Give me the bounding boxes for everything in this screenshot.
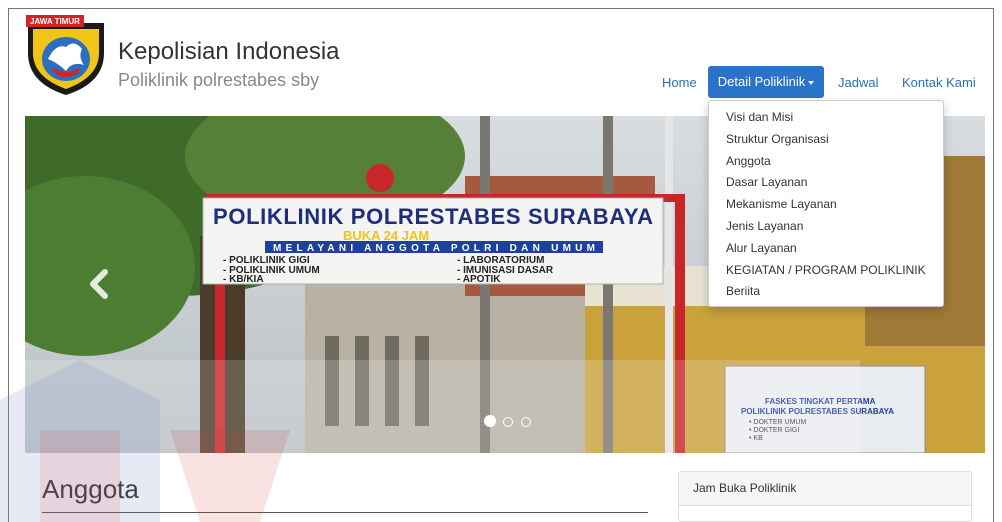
detail-dropdown-menu: Visi dan Misi Struktur Organisasi Anggot… (708, 100, 944, 307)
dropdown-item-anggota[interactable]: Anggota (709, 151, 943, 173)
dropdown-item-jenis-layanan[interactable]: Jenis Layanan (709, 216, 943, 238)
dropdown-item-struktur[interactable]: Struktur Organisasi (709, 129, 943, 151)
carousel-dot[interactable] (503, 417, 514, 427)
sign-item: - KB/KIA (223, 274, 264, 285)
carousel-indicators (484, 414, 531, 427)
sign-banner: MELAYANI ANGGOTA POLRI DAN UMUM (273, 243, 595, 254)
badge-text: JAWA TIMUR (30, 17, 80, 26)
caret-down-icon (808, 80, 815, 85)
section-title: Anggota (42, 474, 139, 504)
carousel-prev-control[interactable] (85, 266, 115, 302)
nav-detail-label: Detail Poliklinik (717, 74, 806, 89)
hours-panel-title: Jam Buka Poliklinik (679, 472, 971, 506)
dropdown-item-berita[interactable]: Beriita (709, 281, 943, 303)
chevron-left-icon (90, 269, 108, 299)
sign-item: - APOTIK (457, 274, 501, 285)
sign-hours: BUKA 24 JAM (343, 228, 429, 243)
site-subtitle: Poliklinik polrestabes sby (118, 70, 320, 90)
nav-kontak[interactable]: Kontak Kami (902, 75, 976, 90)
nav-jadwal[interactable]: Jadwal (838, 75, 878, 90)
dropdown-item-alur-layanan[interactable]: Alur Layanan (709, 238, 943, 260)
dropdown-item-dasar-layanan[interactable]: Dasar Layanan (709, 172, 943, 194)
nav-home[interactable]: Home (662, 75, 697, 90)
site-title[interactable]: Kepolisian Indonesia (118, 38, 340, 66)
hours-panel: Jam Buka Poliklinik (678, 471, 972, 522)
nav-detail-poliklinik[interactable]: Detail Poliklinik (708, 66, 824, 98)
section-divider (42, 512, 648, 513)
carousel-dot[interactable] (520, 417, 531, 427)
dropdown-item-visi-misi[interactable]: Visi dan Misi (709, 107, 943, 129)
dropdown-item-kegiatan[interactable]: KEGIATAN / PROGRAM POLIKLINIK (709, 260, 943, 282)
sign-title: POLIKLINIK POLRESTABES SURABAYA (213, 204, 653, 229)
carousel-dot-active[interactable] (484, 415, 496, 427)
police-logo: JAWA TIMUR (26, 15, 104, 95)
dropdown-item-mekanisme[interactable]: Mekanisme Layanan (709, 194, 943, 216)
